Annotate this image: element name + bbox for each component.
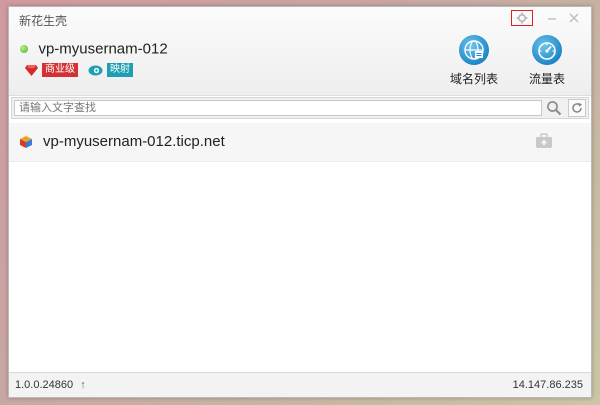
- domain-name[interactable]: vp-myusernam-012.ticp.net: [43, 133, 225, 150]
- account-name: vp-myusernam-012: [38, 40, 168, 58]
- version-number: 1.0.0.24860: [15, 379, 74, 391]
- domain-list-button[interactable]: 域名列表: [444, 35, 504, 87]
- arrow-up-icon[interactable]: ↑: [80, 379, 86, 391]
- online-status-dot: [20, 44, 28, 53]
- search-button[interactable]: [546, 100, 564, 116]
- traffic-label: 流量表: [528, 72, 565, 86]
- settings-icon: [516, 12, 528, 24]
- version-info: 1.0.0.24860 ↑: [15, 379, 86, 391]
- search-bar: [11, 97, 589, 119]
- globe-icon: [459, 35, 489, 65]
- window-controls: [511, 10, 585, 26]
- domain-list-label: 域名列表: [449, 72, 498, 86]
- mapping-badge[interactable]: 映射: [107, 63, 133, 77]
- domain-manage-button[interactable]: [535, 133, 553, 149]
- gem-icon: [25, 64, 38, 76]
- cube-icon: [20, 136, 32, 148]
- minimize-icon: [548, 18, 556, 20]
- domain-row[interactable]: vp-myusernam-012.ticp.net: [9, 123, 591, 162]
- public-ip: 14.147.86.235: [512, 379, 583, 391]
- close-icon: [569, 13, 579, 23]
- toolbox-icon: [536, 133, 552, 148]
- refresh-button[interactable]: [568, 99, 586, 117]
- close-button[interactable]: [563, 10, 585, 26]
- gauge-icon: [532, 35, 562, 65]
- account-info: vp-myusernam-012: [20, 40, 168, 58]
- app-window: 新花生壳 vp-myusernam-012 商业级 映射 域名列表 流量表 请输…: [8, 6, 592, 398]
- minimize-button[interactable]: [541, 10, 563, 26]
- status-bar: 1.0.0.24860 ↑ 14.147.86.235: [9, 372, 591, 397]
- eye-icon: [88, 65, 103, 75]
- search-icon: [547, 101, 562, 116]
- refresh-icon: [572, 102, 582, 113]
- header: 新花生壳 vp-myusernam-012 商业级 映射 域名列表 流量表: [9, 7, 591, 96]
- level-badge[interactable]: 商业级: [42, 63, 78, 77]
- search-input[interactable]: [14, 100, 542, 116]
- settings-button[interactable]: [511, 10, 533, 26]
- window-title: 新花生壳: [19, 14, 68, 28]
- traffic-button[interactable]: 流量表: [517, 35, 577, 87]
- account-badges: 商业级 映射: [25, 63, 133, 77]
